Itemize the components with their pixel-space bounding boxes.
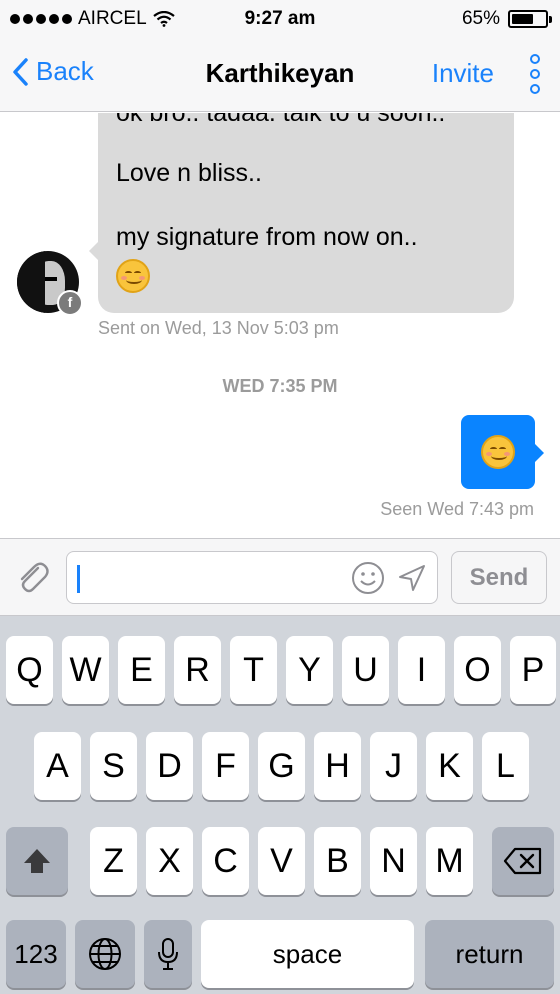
return-key[interactable]: return	[425, 920, 554, 988]
message-line-2: Love n bliss..	[116, 159, 262, 187]
key-m[interactable]: M	[426, 827, 473, 895]
globe-icon	[89, 938, 121, 970]
backspace-icon	[503, 847, 542, 875]
bubble-tail	[534, 443, 544, 463]
key-d[interactable]: D	[146, 732, 193, 800]
text-cursor	[77, 565, 80, 593]
avatar-shadow	[17, 251, 45, 313]
send-button[interactable]: Send	[451, 551, 547, 604]
message-input[interactable]	[66, 551, 438, 604]
message-line-1: ok bro.. tadaa. talk to u soon..	[116, 113, 446, 127]
space-key[interactable]: space	[201, 920, 414, 988]
message-thread: ok bro.. tadaa. talk to u soon.. Love n …	[0, 113, 560, 538]
key-g[interactable]: G	[258, 732, 305, 800]
globe-key[interactable]	[75, 920, 135, 988]
key-a[interactable]: A	[34, 732, 81, 800]
day-separator: WED 7:35 PM	[222, 376, 338, 396]
key-v[interactable]: V	[258, 827, 305, 895]
microphone-icon	[158, 938, 178, 970]
smiling-emoji-icon	[116, 259, 150, 298]
shift-icon	[24, 849, 50, 873]
key-j[interactable]: J	[370, 732, 417, 800]
key-c[interactable]: C	[202, 827, 249, 895]
battery-tip	[549, 16, 552, 23]
send-arrow-icon[interactable]	[397, 563, 427, 593]
battery-percent: 65%	[461, 8, 500, 29]
key-n[interactable]: N	[370, 827, 417, 895]
key-l[interactable]: L	[482, 732, 529, 800]
key-t[interactable]: T	[230, 636, 277, 704]
key-q[interactable]: Q	[6, 636, 53, 704]
key-w[interactable]: W	[62, 636, 109, 704]
incoming-message-bubble[interactable]: ok bro.. tadaa. talk to u soon.. Love n …	[89, 113, 514, 313]
backspace-key[interactable]	[492, 827, 554, 895]
numbers-key[interactable]: 123	[6, 920, 66, 988]
smiling-emoji-icon	[481, 435, 515, 469]
battery-fill	[512, 14, 533, 24]
dictation-key[interactable]	[144, 920, 192, 988]
key-z[interactable]: Z	[90, 827, 137, 895]
paperclip-icon[interactable]	[14, 559, 52, 597]
battery-status: 65%	[461, 8, 552, 30]
more-icon[interactable]	[530, 54, 540, 94]
key-h[interactable]: H	[314, 732, 361, 800]
message-line-3: my signature from now on..	[116, 223, 418, 251]
key-x[interactable]: X	[146, 827, 193, 895]
key-u[interactable]: U	[342, 636, 389, 704]
key-r[interactable]: R	[174, 636, 221, 704]
key-p[interactable]: P	[510, 636, 556, 704]
key-i[interactable]: I	[398, 636, 445, 704]
avatar-eye	[45, 277, 57, 281]
battery-icon	[508, 10, 552, 28]
sent-timestamp: Sent on Wed, 13 Nov 5:03 pm	[98, 318, 339, 338]
key-k[interactable]: K	[426, 732, 473, 800]
nav-bar: Back Karthikeyan Invite	[0, 38, 560, 112]
key-f[interactable]: F	[202, 732, 249, 800]
key-e[interactable]: E	[118, 636, 165, 704]
composer-bar: Send	[0, 538, 560, 616]
key-y[interactable]: Y	[286, 636, 333, 704]
key-s[interactable]: S	[90, 732, 137, 800]
key-o[interactable]: O	[454, 636, 501, 704]
bubble-tail	[89, 241, 99, 261]
shift-key[interactable]	[6, 827, 68, 895]
key-b[interactable]: B	[314, 827, 361, 895]
status-bar: AIRCEL 9:27 am 65%	[0, 0, 560, 38]
outgoing-message-bubble[interactable]	[461, 415, 544, 489]
facebook-badge-icon: f	[57, 290, 83, 316]
seen-timestamp: Seen Wed 7:43 pm	[380, 499, 534, 519]
invite-button[interactable]: Invite	[432, 58, 494, 89]
header: AIRCEL 9:27 am 65% Back Karthikeyan Invi…	[0, 0, 560, 112]
keyboard: Q W E R T Y U I O P A S D F G H J K L Z …	[0, 616, 560, 994]
smiley-icon[interactable]	[351, 561, 385, 595]
